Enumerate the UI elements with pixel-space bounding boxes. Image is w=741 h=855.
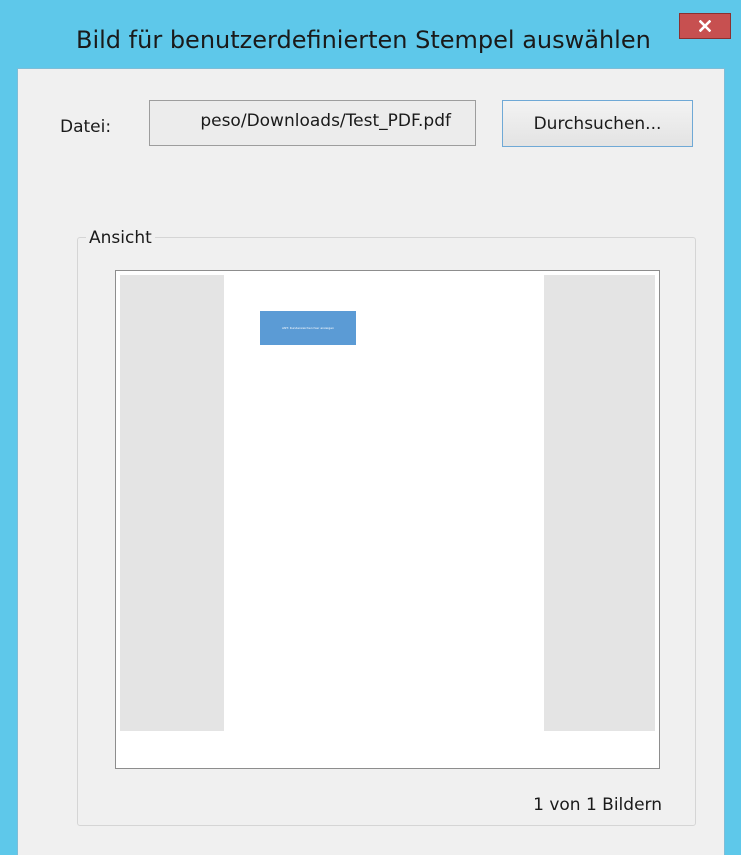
preview-page: ANT: Kundenzeichen hier anzeigen (224, 275, 544, 731)
preview-frame: ANT: Kundenzeichen hier anzeigen (115, 270, 660, 769)
dialog-window: Bild für benutzerdefinierten Stempel aus… (0, 0, 741, 855)
close-icon (699, 20, 711, 32)
dialog-title: Bild für benutzerdefinierten Stempel aus… (76, 26, 651, 54)
close-button[interactable] (679, 13, 731, 39)
preview-area: ANT: Kundenzeichen hier anzeigen (120, 275, 655, 731)
file-path-input[interactable]: peso/Downloads/Test_PDF.pdf (149, 100, 476, 146)
browse-button[interactable]: Durchsuchen... (502, 100, 693, 147)
preview-group-label: Ansicht (86, 228, 155, 248)
stamp-text: ANT: Kundenzeichen hier anzeigen (282, 326, 334, 330)
file-path-value: peso/Downloads/Test_PDF.pdf (200, 111, 451, 131)
file-label: Datei: (60, 117, 112, 137)
stamp-preview: ANT: Kundenzeichen hier anzeigen (260, 311, 356, 345)
page-count: 1 von 1 Bildern (533, 795, 662, 815)
